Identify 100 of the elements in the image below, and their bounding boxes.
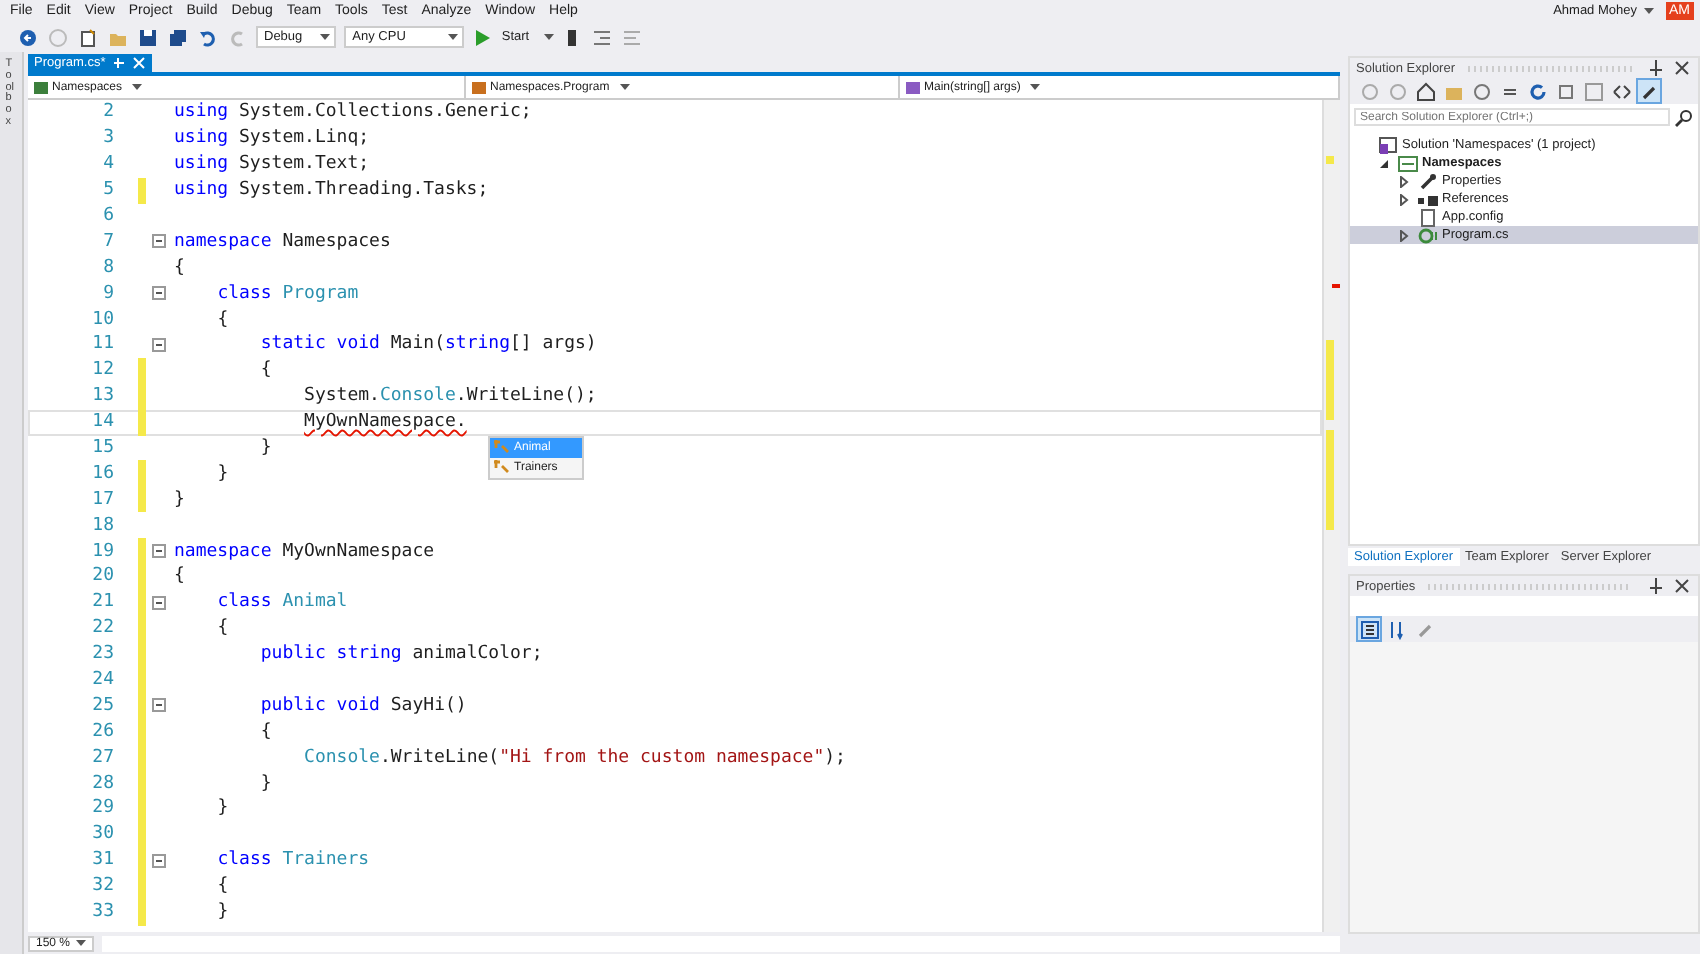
config-file-icon xyxy=(1416,206,1438,228)
code-text: public void SayHi() xyxy=(258,695,467,716)
save-icon[interactable] xyxy=(136,26,158,48)
expanded-arrow-icon[interactable] xyxy=(1378,157,1390,169)
dropdown-arrow-icon[interactable] xyxy=(619,83,630,91)
undo-icon[interactable] xyxy=(196,26,218,48)
home-icon[interactable] xyxy=(1414,80,1436,102)
line-number: 27 xyxy=(90,747,116,768)
dropdown-arrow-icon[interactable] xyxy=(320,33,331,41)
code-text: using System.Text; xyxy=(174,154,370,175)
code-text: { xyxy=(215,876,229,897)
code-text: class Animal xyxy=(215,592,348,613)
code-text: class Trainers xyxy=(215,850,370,871)
line-number: 14 xyxy=(90,412,116,433)
code-text: } xyxy=(215,463,229,484)
code-text: using System.Linq; xyxy=(174,128,370,149)
alphabetical-icon[interactable] xyxy=(1386,618,1408,640)
line-number: 5 xyxy=(101,180,116,201)
indent-icon[interactable] xyxy=(591,26,614,48)
code-text: Console.WriteLine("Hi from the custom namespace"); xyxy=(302,747,846,768)
code-text: namespace Namespaces xyxy=(174,231,391,252)
line-number: 13 xyxy=(90,386,116,407)
line-number: 3 xyxy=(101,128,116,149)
line-number: 33 xyxy=(90,902,116,923)
line-number: 17 xyxy=(90,489,116,510)
line-number: 9 xyxy=(101,283,116,304)
csharp-file-icon xyxy=(1416,224,1438,246)
namespace-icon xyxy=(494,460,510,475)
line-number: 22 xyxy=(90,618,116,639)
pin-icon[interactable] xyxy=(111,56,126,70)
save-all-icon[interactable] xyxy=(166,26,188,48)
line-number: 21 xyxy=(90,592,116,613)
collapsed-arrow-icon[interactable] xyxy=(1398,175,1410,187)
dropdown-arrow-icon[interactable] xyxy=(76,939,87,947)
line-number: 4 xyxy=(101,154,116,175)
code-text: { xyxy=(174,257,185,278)
line-number: 15 xyxy=(90,438,116,459)
line-number: 28 xyxy=(90,773,116,794)
project-icon xyxy=(1396,152,1418,174)
dropdown-arrow-icon[interactable] xyxy=(447,33,458,41)
close-icon[interactable] xyxy=(1670,57,1692,79)
code-text: } xyxy=(258,773,272,794)
code-text: public string animalColor; xyxy=(258,644,543,665)
code-text: } xyxy=(215,798,229,819)
close-icon[interactable] xyxy=(131,56,146,70)
namespace-icon xyxy=(494,440,510,455)
code-text: System.Console.WriteLine(); xyxy=(302,386,597,407)
categorized-icon[interactable] xyxy=(1358,618,1380,640)
code-text: { xyxy=(258,721,272,742)
code-text: { xyxy=(258,360,272,381)
line-number: 2 xyxy=(101,102,116,123)
code-text: namespace MyOwnNamespace xyxy=(174,541,435,562)
collapse-icon[interactable] xyxy=(152,698,166,713)
close-icon[interactable] xyxy=(1670,575,1692,597)
solution-icon xyxy=(1376,134,1398,156)
line-number: 31 xyxy=(90,850,116,871)
dropdown-arrow-icon[interactable] xyxy=(543,33,554,41)
line-number: 32 xyxy=(90,876,116,897)
collapsed-arrow-icon[interactable] xyxy=(1398,193,1410,205)
collapse-icon[interactable] xyxy=(152,286,166,301)
line-number: 24 xyxy=(90,670,116,691)
code-text: } xyxy=(258,438,272,459)
pin-icon[interactable] xyxy=(1644,575,1666,597)
collapse-icon[interactable] xyxy=(152,337,166,352)
code-text: { xyxy=(215,618,229,639)
collapse-icon[interactable] xyxy=(152,595,166,610)
code-text: } xyxy=(174,489,185,510)
collapse-icon[interactable] xyxy=(152,853,166,868)
code-text: class Program xyxy=(215,283,359,304)
line-number: 19 xyxy=(90,541,116,562)
line-number: 23 xyxy=(90,644,116,665)
line-number: 25 xyxy=(90,695,116,716)
line-number: 30 xyxy=(90,824,116,845)
code-text: } xyxy=(215,902,229,923)
collapse-icon[interactable] xyxy=(152,544,166,559)
horizontal-scrollbar[interactable] xyxy=(102,935,1340,951)
line-number: 20 xyxy=(90,566,116,587)
code-text: { xyxy=(174,566,185,587)
code-text: static void Main(string[] args) xyxy=(258,334,597,355)
dropdown-arrow-icon[interactable] xyxy=(1643,7,1653,15)
vertical-scrollbar[interactable] xyxy=(1322,100,1340,932)
line-number: 29 xyxy=(90,798,116,819)
line-number: 11 xyxy=(90,334,116,355)
dropdown-arrow-icon[interactable] xyxy=(132,83,143,91)
line-number: 16 xyxy=(90,463,116,484)
code-text: using System.Collections.Generic; xyxy=(174,102,532,123)
line-number: 18 xyxy=(90,515,116,536)
collapse-icon[interactable] xyxy=(152,234,166,249)
line-number: 26 xyxy=(90,721,116,742)
code-text: MyOwnNamespace. xyxy=(302,412,467,433)
search-icon[interactable] xyxy=(1672,106,1694,128)
line-number: 12 xyxy=(90,360,116,381)
code-text: { xyxy=(215,309,229,330)
play-icon[interactable] xyxy=(471,26,494,48)
line-number: 6 xyxy=(101,206,116,226)
new-project-icon[interactable] xyxy=(76,26,98,48)
line-number: 8 xyxy=(101,257,116,278)
collapsed-arrow-icon[interactable] xyxy=(1398,229,1410,241)
pin-icon[interactable] xyxy=(1644,57,1666,79)
dropdown-arrow-icon[interactable] xyxy=(1030,83,1041,91)
